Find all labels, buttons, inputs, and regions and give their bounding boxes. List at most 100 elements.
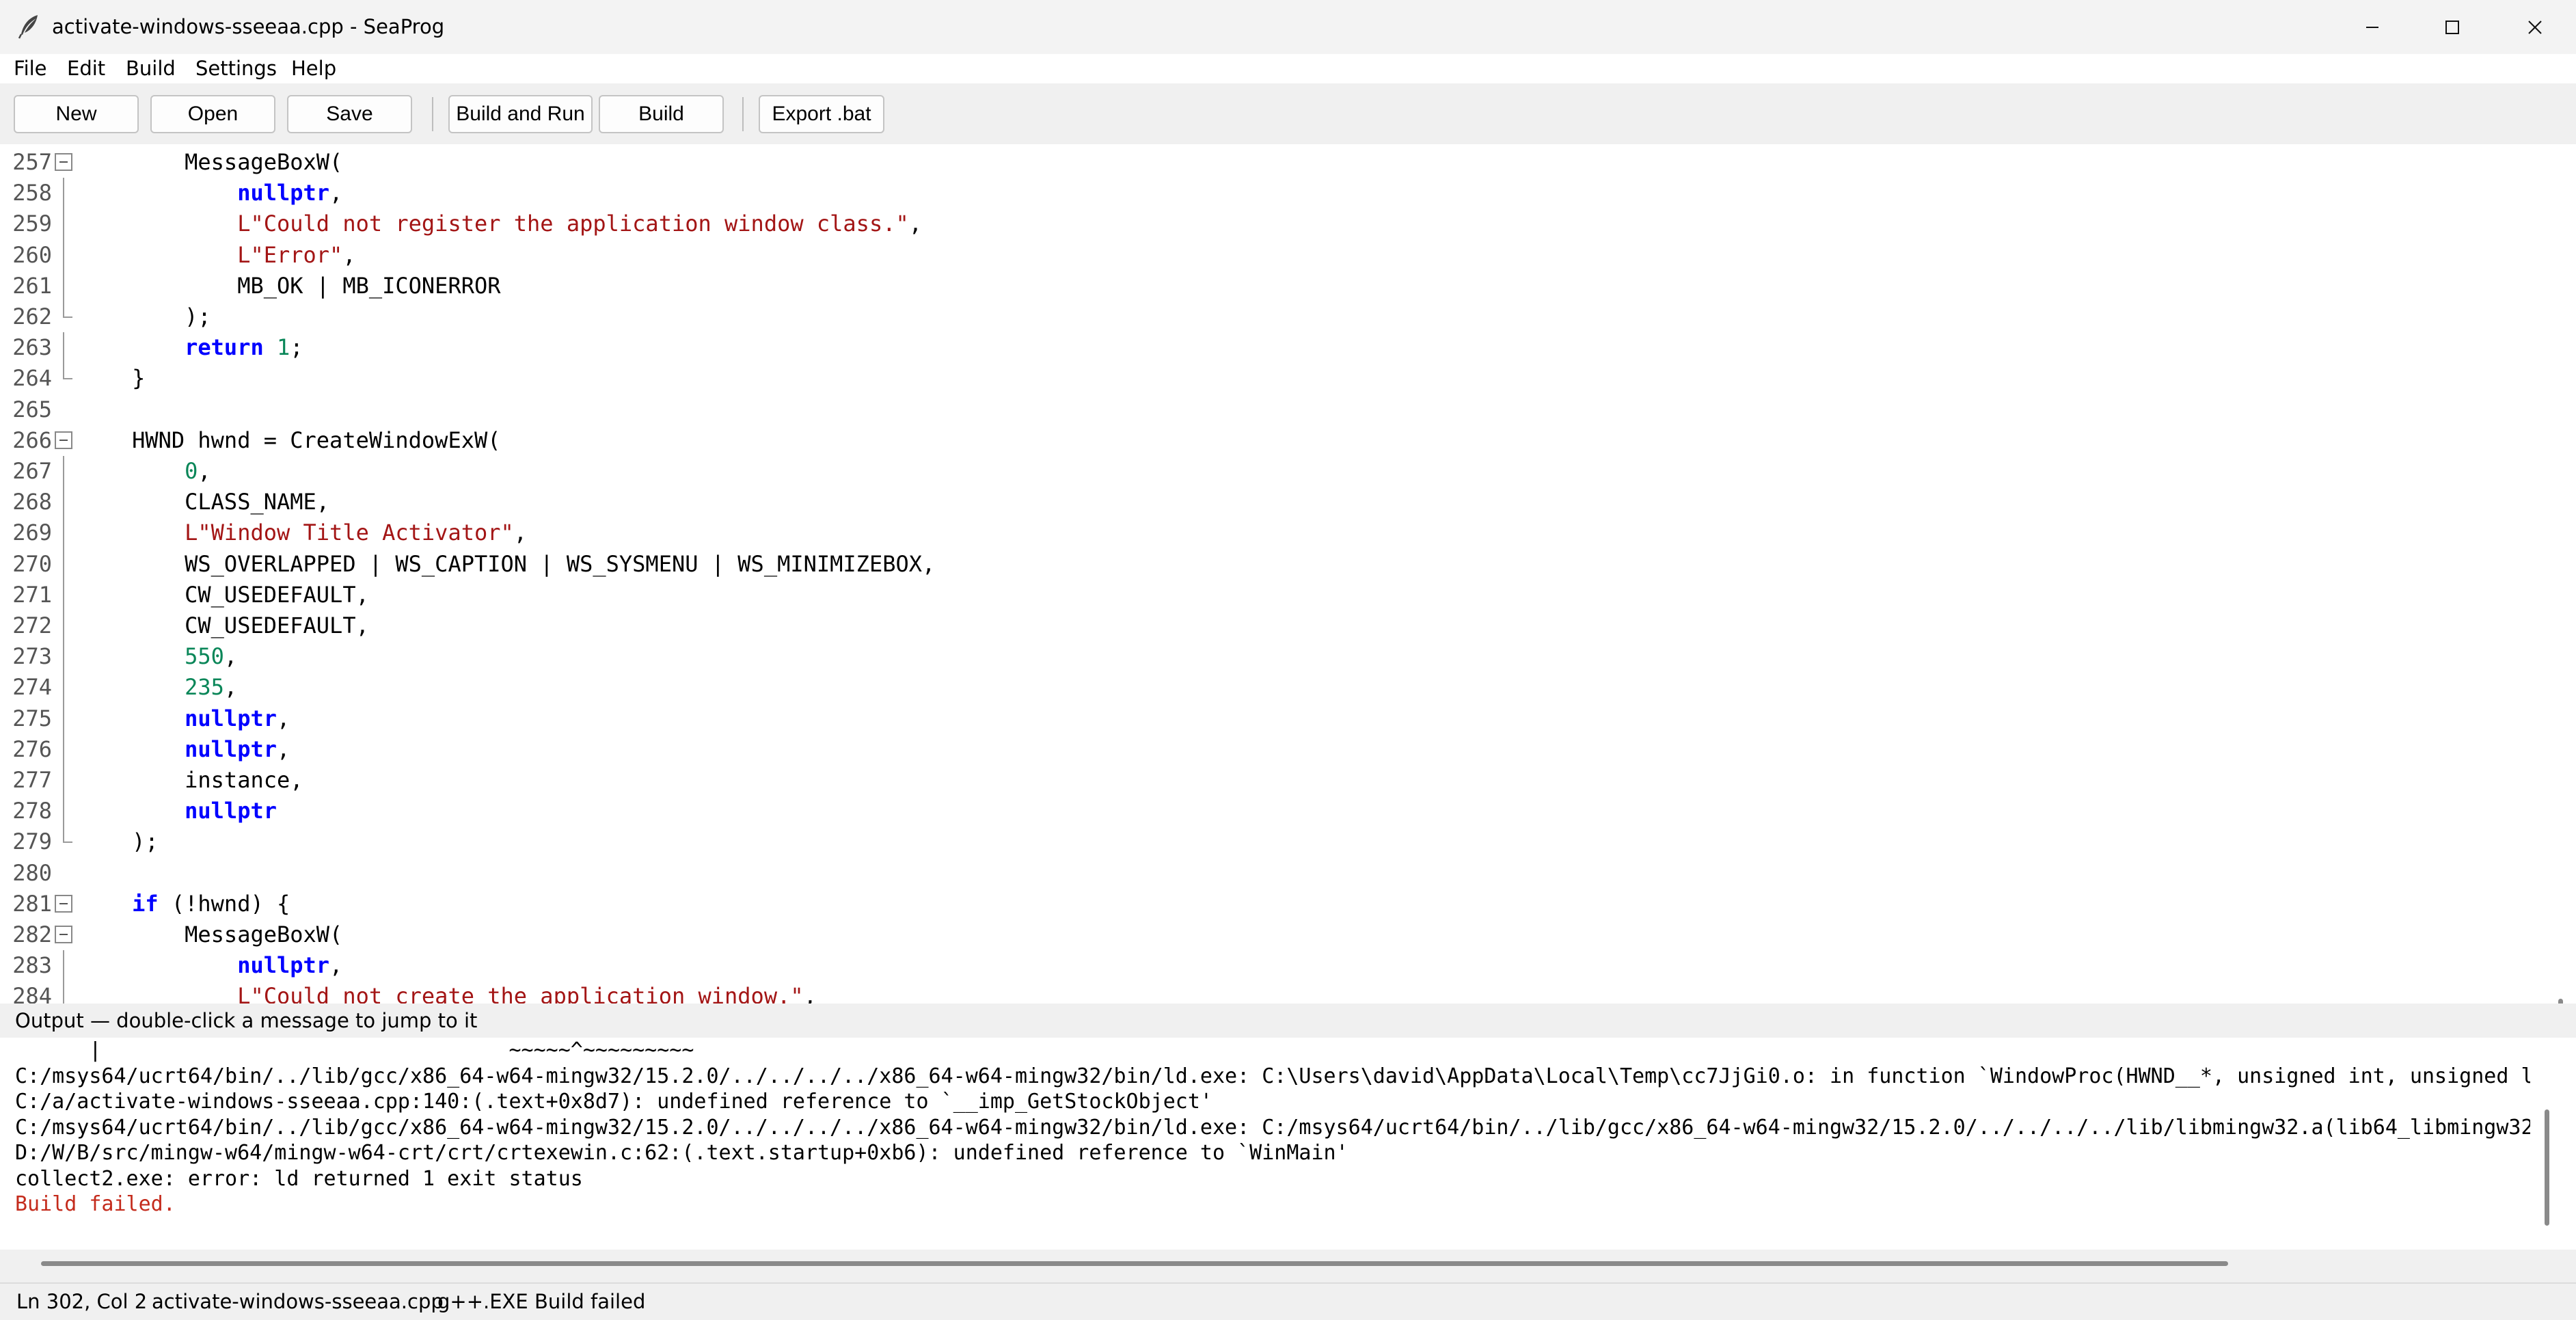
fold-guide bbox=[63, 208, 64, 240]
code-line[interactable]: 272 CW_USEDEFAULT, bbox=[0, 610, 2543, 642]
minimize-button[interactable] bbox=[2335, 0, 2410, 54]
output-line[interactable]: C:/a/activate-windows-sseeaa.cpp:140:(.t… bbox=[15, 1089, 2530, 1115]
status-bar: Ln 302, Col 2 activate-windows-sseeaa.cp… bbox=[0, 1282, 2576, 1320]
code-text: 0, bbox=[79, 456, 211, 487]
line-number: 274 bbox=[12, 674, 52, 701]
build-button[interactable]: Build bbox=[599, 95, 724, 133]
fold-toggle-icon[interactable] bbox=[55, 153, 72, 171]
output-vertical-scrollbar[interactable] bbox=[2545, 1109, 2549, 1226]
code-line[interactable]: 277 instance, bbox=[0, 765, 2543, 796]
output-error-line[interactable]: Build failed. bbox=[15, 1191, 2530, 1217]
line-number: 262 bbox=[12, 304, 52, 329]
fold-toggle-icon[interactable] bbox=[55, 894, 72, 913]
output-header: Output — double-click a message to jump … bbox=[0, 1004, 2576, 1038]
output-horizontal-scrollbar[interactable] bbox=[0, 1250, 2576, 1282]
output-line[interactable]: collect2.exe: error: ld returned 1 exit … bbox=[15, 1166, 2530, 1192]
menu-help[interactable]: Help bbox=[291, 54, 336, 83]
close-button[interactable] bbox=[2497, 0, 2573, 54]
fold-guide bbox=[63, 332, 64, 364]
horizontal-scroll-thumb[interactable] bbox=[41, 1261, 2228, 1266]
line-number: 279 bbox=[12, 829, 52, 855]
fold-toggle-icon[interactable] bbox=[55, 926, 72, 943]
code-token: } bbox=[79, 365, 146, 392]
output-line[interactable]: C:/msys64/ucrt64/bin/../lib/gcc/x86_64-w… bbox=[15, 1064, 2530, 1090]
code-line[interactable]: 276 nullptr, bbox=[0, 733, 2543, 765]
code-line[interactable]: 258 nullptr, bbox=[0, 178, 2543, 209]
line-number: 282 bbox=[12, 921, 52, 947]
code-line[interactable]: 282 MessageBoxW( bbox=[0, 919, 2543, 950]
code-text: CW_USEDEFAULT, bbox=[79, 580, 369, 610]
line-number: 264 bbox=[12, 365, 52, 392]
line-number: 261 bbox=[12, 272, 52, 299]
code-line[interactable]: 273 550, bbox=[0, 641, 2543, 673]
code-line[interactable]: 263 return 1; bbox=[0, 332, 2543, 364]
export-bat-button[interactable]: Export .bat bbox=[759, 95, 884, 133]
code-text: } bbox=[79, 363, 145, 394]
number-token: 1 bbox=[276, 334, 290, 361]
code-text: ); bbox=[79, 826, 159, 857]
code-line[interactable]: 265 bbox=[0, 394, 2543, 425]
code-line[interactable]: 274 235, bbox=[0, 672, 2543, 703]
code-line[interactable]: 281 if (!hwnd) { bbox=[0, 889, 2543, 919]
code-line[interactable]: 271 CW_USEDEFAULT, bbox=[0, 579, 2543, 610]
output-line[interactable]: C:/msys64/ucrt64/bin/../lib/gcc/x86_64-w… bbox=[15, 1115, 2530, 1141]
code-line[interactable]: 260 L"Error", bbox=[0, 239, 2543, 271]
code-line[interactable]: 279 ); bbox=[0, 826, 2543, 857]
line-number: 263 bbox=[12, 334, 52, 361]
code-line[interactable]: 261 MB_OK | MB_ICONERROR bbox=[0, 270, 2543, 301]
code-line[interactable]: 257 MessageBoxW( bbox=[0, 147, 2543, 178]
line-number: 257 bbox=[12, 149, 52, 175]
output-line[interactable]: | ~~~~~^~~~~~~~~~ bbox=[15, 1038, 2530, 1064]
code-line[interactable]: 259 L"Could not register the application… bbox=[0, 208, 2543, 240]
menu-settings[interactable]: Settings bbox=[195, 54, 277, 83]
keyword-token: nullptr bbox=[185, 798, 277, 824]
status-build-state: Build failed bbox=[534, 1290, 646, 1313]
code-editor[interactable]: 257 MessageBoxW(258 nullptr, 259 L"Could … bbox=[0, 144, 2576, 1004]
code-line[interactable]: 275 nullptr, bbox=[0, 703, 2543, 734]
fold-guide bbox=[63, 456, 64, 487]
fold-end-marker bbox=[63, 363, 72, 380]
code-line[interactable]: 278 nullptr bbox=[0, 796, 2543, 827]
fold-guide bbox=[63, 270, 64, 301]
code-text: nullptr, bbox=[79, 703, 290, 734]
keyword-token: return bbox=[185, 334, 264, 361]
editor-vertical-scrollbar[interactable] bbox=[2558, 999, 2563, 1004]
code-token: WS_OVERLAPPED | WS_CAPTION | WS_SYSMENU … bbox=[79, 550, 936, 577]
code-line[interactable]: 264 } bbox=[0, 363, 2543, 394]
code-token: CW_USEDEFAULT, bbox=[79, 581, 369, 608]
save-button[interactable]: Save bbox=[287, 95, 412, 133]
fold-toggle-icon[interactable] bbox=[55, 431, 72, 449]
menu-edit[interactable]: Edit bbox=[67, 54, 105, 83]
open-button[interactable]: Open bbox=[150, 95, 275, 133]
new-button[interactable]: New bbox=[14, 95, 139, 133]
code-line[interactable]: 284 L"Could not create the application w… bbox=[0, 981, 2543, 1004]
code-line[interactable]: 269 L"Window Title Activator", bbox=[0, 517, 2543, 549]
menu-file[interactable]: File bbox=[14, 54, 47, 83]
code-text: MessageBoxW( bbox=[79, 147, 342, 178]
output-line[interactable]: D:/W/B/src/mingw-w64/mingw-w64-crt/crt/c… bbox=[15, 1140, 2530, 1166]
output-panel[interactable]: | ~~~~~^~~~~~~~~~ C:/msys64/ucrt64/bin/..… bbox=[0, 1038, 2576, 1250]
code-line[interactable]: 270 WS_OVERLAPPED | WS_CAPTION | WS_SYSM… bbox=[0, 548, 2543, 580]
code-line[interactable]: 262 ); bbox=[0, 301, 2543, 332]
code-line[interactable]: 266 HWND hwnd = CreateWindowExW( bbox=[0, 425, 2543, 456]
code-text: L"Window Title Activator", bbox=[79, 517, 527, 548]
maximize-button[interactable] bbox=[2415, 0, 2490, 54]
build-and-run-button[interactable]: Build and Run bbox=[448, 95, 593, 133]
fold-guide bbox=[63, 765, 64, 796]
code-line[interactable]: 280 bbox=[0, 858, 2543, 889]
line-number: 275 bbox=[12, 705, 52, 731]
code-text: 550, bbox=[79, 641, 237, 672]
code-text: CLASS_NAME, bbox=[79, 487, 329, 517]
code-line[interactable]: 283 nullptr, bbox=[0, 950, 2543, 982]
line-number: 277 bbox=[12, 767, 52, 793]
menu-build[interactable]: Build bbox=[126, 54, 176, 83]
line-number: 259 bbox=[12, 211, 52, 237]
code-line[interactable]: 268 CLASS_NAME, bbox=[0, 487, 2543, 518]
status-file-name: activate-windows-sseeaa.cpp bbox=[152, 1290, 444, 1313]
code-line[interactable]: 267 0, bbox=[0, 456, 2543, 487]
